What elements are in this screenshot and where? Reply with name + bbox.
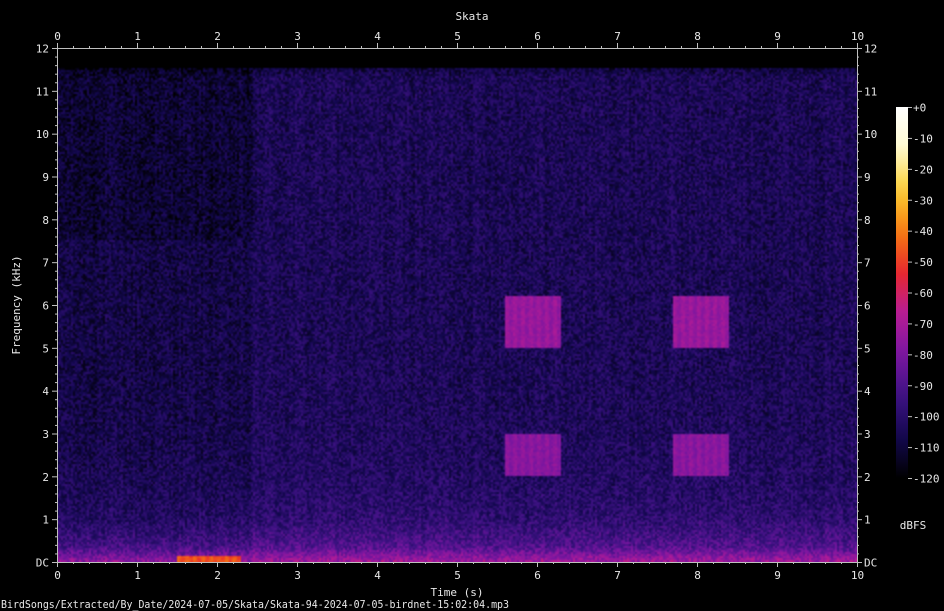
x-top-tick-label: 7 bbox=[614, 30, 621, 43]
y-right-tick-label: 9 bbox=[864, 171, 871, 184]
x-bottom-tick-label: 8 bbox=[694, 569, 701, 582]
y-left-tick-label: DC bbox=[36, 557, 49, 570]
colorbar-label: dBFS bbox=[900, 519, 927, 532]
y-left-tick-label: 4 bbox=[42, 385, 49, 398]
y-left-tick-label: 1 bbox=[42, 514, 49, 527]
y-right-tick-label: 8 bbox=[864, 214, 871, 227]
colorbar-tick-label: -80 bbox=[913, 349, 933, 362]
y-left-tick-label: 3 bbox=[42, 428, 49, 441]
y-right-tick-label: 2 bbox=[864, 471, 871, 484]
y-left-tick-label: 7 bbox=[42, 257, 49, 270]
y-right-tick-label: 7 bbox=[864, 257, 871, 270]
y-left-tick-label: 6 bbox=[42, 300, 49, 313]
colorbar bbox=[896, 107, 908, 478]
colorbar-tick-label: -120 bbox=[913, 473, 940, 486]
colorbar-tick-label: -10 bbox=[913, 132, 933, 145]
y-axis-label: Frequency (kHz) bbox=[10, 255, 23, 354]
x-bottom-tick-label: 6 bbox=[534, 569, 541, 582]
x-bottom-tick-label: 1 bbox=[134, 569, 141, 582]
x-bottom-tick-label: 9 bbox=[774, 569, 781, 582]
spectrogram-image bbox=[57, 48, 857, 562]
colorbar-tick-label: -110 bbox=[913, 442, 940, 455]
x-top-tick-label: 4 bbox=[374, 30, 381, 43]
y-left-tick-label: 5 bbox=[42, 342, 49, 355]
colorbar-tick-label: -70 bbox=[913, 318, 933, 331]
y-left-tick-label: 10 bbox=[36, 128, 49, 141]
colorbar-tick-label: -30 bbox=[913, 194, 933, 207]
y-right-tick-label: 6 bbox=[864, 300, 871, 313]
x-top-tick-label: 6 bbox=[534, 30, 541, 43]
file-path-caption: BirdSongs/Extracted/By_Date/2024-07-05/S… bbox=[1, 598, 509, 611]
x-bottom-tick-label: 3 bbox=[294, 569, 301, 582]
y-right-tick-label: 10 bbox=[864, 128, 877, 141]
x-bottom-tick-label: 10 bbox=[851, 569, 864, 582]
y-right-tick-label: DC bbox=[864, 557, 877, 570]
x-top-tick-label: 0 bbox=[54, 30, 61, 43]
y-right-tick-label: 11 bbox=[864, 85, 877, 98]
x-top-tick-label: 9 bbox=[774, 30, 781, 43]
colorbar-tick-label: -50 bbox=[913, 256, 933, 269]
x-top-tick-label: 10 bbox=[851, 30, 864, 43]
x-bottom-tick-label: 4 bbox=[374, 569, 381, 582]
y-left-tick-label: 11 bbox=[36, 85, 49, 98]
y-left-tick-label: 9 bbox=[42, 171, 49, 184]
x-bottom-tick-label: 0 bbox=[54, 569, 61, 582]
y-right-tick-label: 4 bbox=[864, 385, 871, 398]
x-bottom-tick-label: 5 bbox=[454, 569, 461, 582]
x-top-tick-label: 3 bbox=[294, 30, 301, 43]
colorbar-tick-label: -60 bbox=[913, 287, 933, 300]
colorbar-tick-label: -100 bbox=[913, 411, 940, 424]
spectrogram-figure: Skata 0 1 2 3 4 5 6 7 8 9 10 0 1 2 3 4 5 6 7 8 9 10 DC123456… bbox=[0, 0, 944, 611]
y-right-tick-label: 5 bbox=[864, 342, 871, 355]
plot-area bbox=[57, 48, 857, 562]
colorbar-tick-label: +0 bbox=[913, 102, 926, 115]
y-left-tick-label: 12 bbox=[36, 43, 49, 56]
y-right-tick-label: 12 bbox=[864, 43, 877, 56]
x-top-tick-label: 2 bbox=[214, 30, 221, 43]
chart-title: Skata bbox=[455, 10, 488, 23]
x-bottom-tick-label: 7 bbox=[614, 569, 621, 582]
y-right-tick-label: 1 bbox=[864, 514, 871, 527]
y-left-tick-label: 2 bbox=[42, 471, 49, 484]
y-left-tick-label: 8 bbox=[42, 214, 49, 227]
x-top-tick-label: 8 bbox=[694, 30, 701, 43]
colorbar-tick-label: -40 bbox=[913, 225, 933, 238]
x-bottom-tick-label: 2 bbox=[214, 569, 221, 582]
colorbar-tick-label: -20 bbox=[913, 163, 933, 176]
y-right-tick-label: 3 bbox=[864, 428, 871, 441]
x-top-tick-label: 5 bbox=[454, 30, 461, 43]
x-top-tick-label: 1 bbox=[134, 30, 141, 43]
colorbar-tick-label: -90 bbox=[913, 380, 933, 393]
